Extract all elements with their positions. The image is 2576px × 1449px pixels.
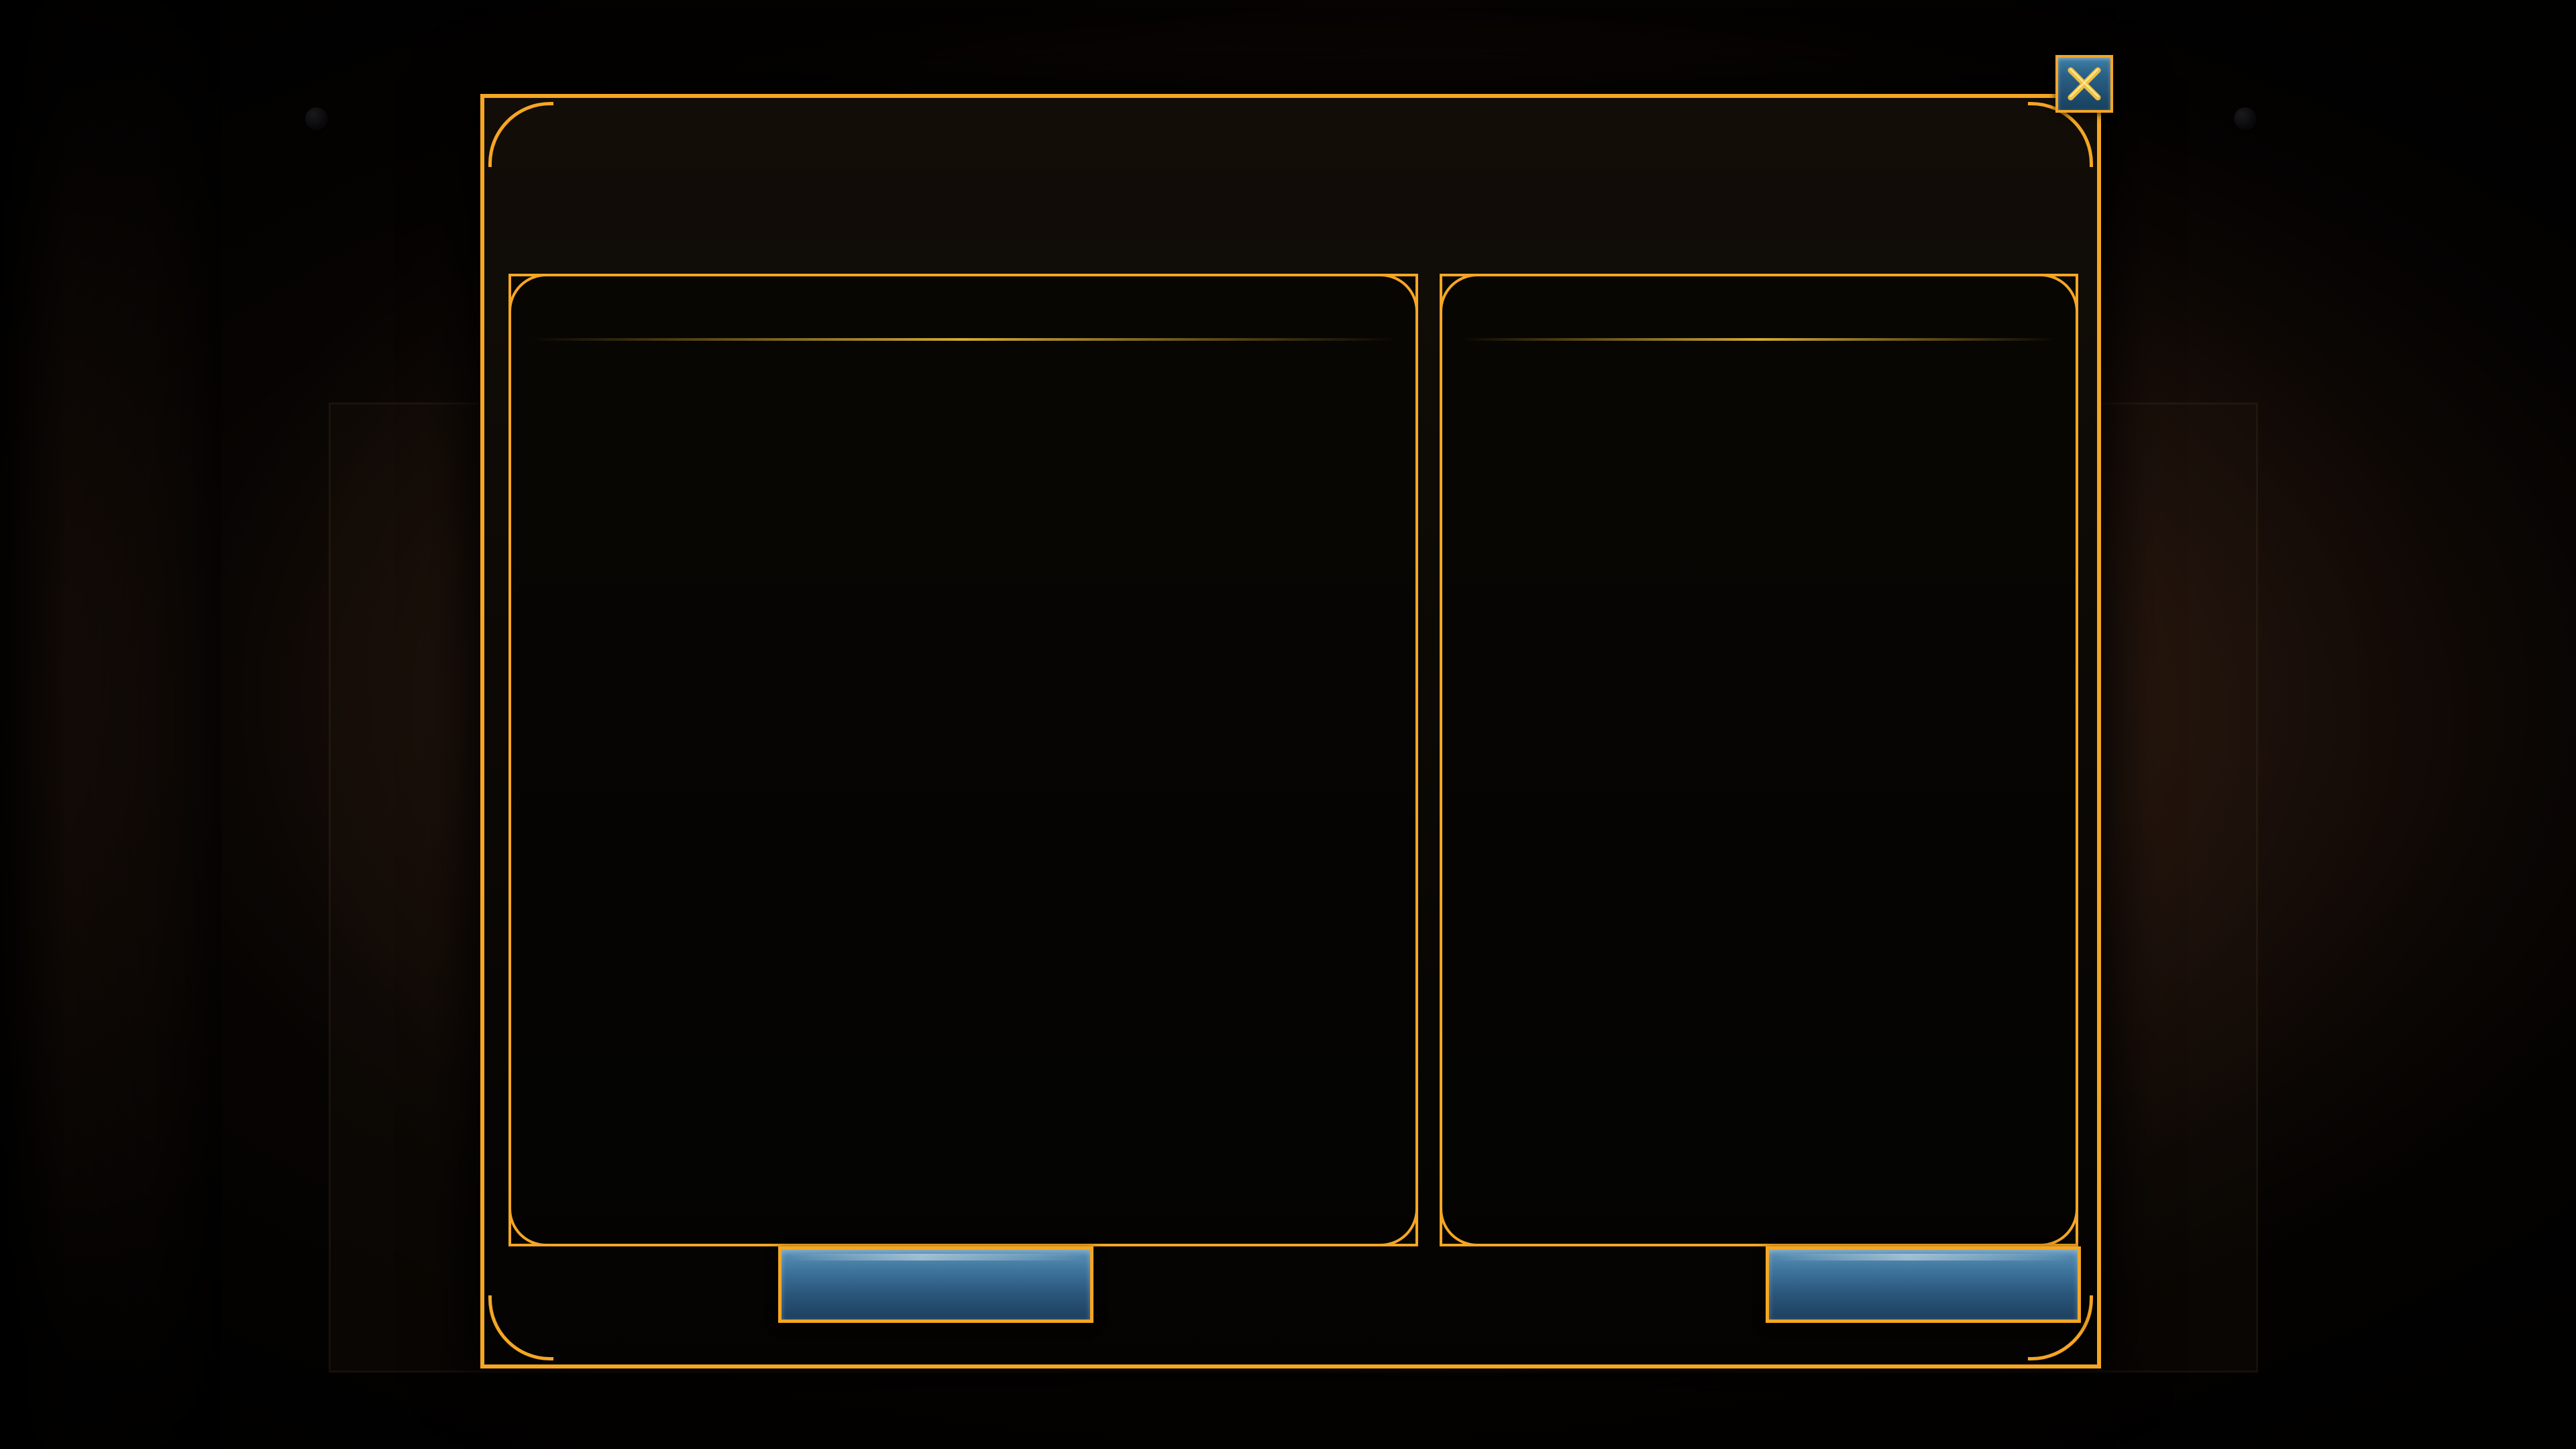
confirm-button[interactable] xyxy=(778,1246,1093,1323)
panel-divider xyxy=(1462,338,2055,341)
panel-corner-ornament xyxy=(1440,1206,1480,1246)
panel-corner-ornament xyxy=(2038,1206,2078,1246)
civilizations-panel xyxy=(508,274,1418,1246)
civilization-info-panel xyxy=(1440,274,2078,1246)
select-civilization-dialog xyxy=(480,55,2113,1368)
panel-corner-ornament xyxy=(508,1206,549,1246)
panel-corner-ornament xyxy=(1378,1206,1418,1246)
close-x-icon xyxy=(2068,67,2101,101)
dialog-corner-ornament xyxy=(488,1295,553,1360)
panel-corner-ornament xyxy=(1378,274,1418,314)
cancel-button[interactable] xyxy=(1766,1246,2081,1323)
close-button[interactable] xyxy=(2055,55,2113,113)
dialog-corner-ornament xyxy=(488,102,553,167)
panel-corner-ornament xyxy=(1440,274,1480,314)
panel-corner-ornament xyxy=(508,274,549,314)
panel-corner-ornament xyxy=(2038,274,2078,314)
panel-divider xyxy=(531,338,1395,341)
